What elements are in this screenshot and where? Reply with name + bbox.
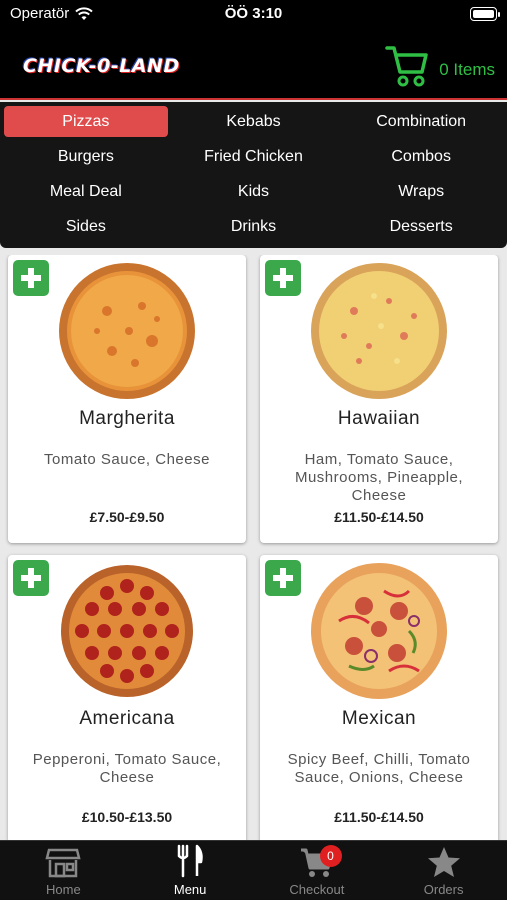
star-icon <box>427 847 460 877</box>
product-price: £11.50-£14.50 <box>334 509 424 525</box>
pizza-image <box>61 565 193 697</box>
category-fried-chicken[interactable]: Fried Chicken <box>170 139 338 174</box>
product-description: Tomato Sauce, Cheese <box>44 451 210 468</box>
product-description: Ham, Tomato Sauce, Mushrooms, Pineapple,… <box>294 451 464 504</box>
product-name: Hawaiian <box>337 408 421 429</box>
brand-logo[interactable]: CHICK-0-LAND <box>23 55 180 77</box>
tab-menu[interactable]: Menu <box>127 841 254 900</box>
tab-home[interactable]: Home <box>0 841 127 900</box>
cart-count-label: 0 Items <box>439 60 495 79</box>
add-to-cart-button[interactable] <box>13 560 49 596</box>
tab-checkout-label: Checkout <box>289 882 345 897</box>
category-desserts[interactable]: Desserts <box>337 209 505 244</box>
pizza-image <box>311 263 447 399</box>
product-price: £7.50-£9.50 <box>89 509 165 525</box>
category-burgers[interactable]: Burgers <box>2 139 170 174</box>
category-combination[interactable]: Combination <box>337 104 505 139</box>
pizza-image <box>59 263 195 399</box>
product-card[interactable]: Margherita Tomato Sauce, Cheese £7.50-£9… <box>8 255 246 543</box>
product-name: Mexican <box>341 708 417 729</box>
category-pizzas[interactable]: Pizzas <box>4 106 168 137</box>
cart-badge: 0 <box>319 845 342 867</box>
tab-bar: Home Menu 0 Checkout Orders <box>0 840 507 900</box>
product-name: Americana <box>79 708 175 729</box>
category-meal-deal[interactable]: Meal Deal <box>2 174 170 209</box>
product-grid: Margherita Tomato Sauce, Cheese £7.50-£9… <box>0 255 507 840</box>
product-card[interactable]: Americana Pepperoni, Tomato Sauce, Chees… <box>8 555 246 840</box>
store-icon <box>45 848 81 878</box>
app-header: CHICK-0-LAND 0 Items <box>0 30 507 100</box>
tab-menu-label: Menu <box>173 882 207 897</box>
category-combos[interactable]: Combos <box>337 139 505 174</box>
product-name: Margherita <box>79 408 175 429</box>
product-price: £11.50-£14.50 <box>334 809 424 825</box>
battery-icon <box>470 7 500 21</box>
cart-icon <box>385 46 428 87</box>
tab-orders[interactable]: Orders <box>380 841 507 900</box>
fork-knife-icon <box>177 844 203 878</box>
tab-orders-label: Orders <box>423 882 464 897</box>
category-sides[interactable]: Sides <box>2 209 170 244</box>
product-card[interactable]: Mexican Spicy Beef, Chilli, Tomato Sauce… <box>260 555 498 840</box>
add-to-cart-button[interactable] <box>265 260 301 296</box>
status-bar: Operatör ÖÖ 3:10 <box>0 0 507 30</box>
category-kids[interactable]: Kids <box>170 174 338 209</box>
category-wraps[interactable]: Wraps <box>337 174 505 209</box>
product-description: Pepperoni, Tomato Sauce, Cheese <box>32 751 222 786</box>
tab-checkout[interactable]: 0 Checkout <box>254 841 381 900</box>
cart-button[interactable]: 0 Items <box>385 42 495 88</box>
product-description: Spicy Beef, Chilli, Tomato Sauce, Onions… <box>287 751 471 786</box>
product-price: £10.50-£13.50 <box>81 809 173 825</box>
add-to-cart-button[interactable] <box>265 560 301 596</box>
add-to-cart-button[interactable] <box>13 260 49 296</box>
product-card[interactable]: Hawaiian Ham, Tomato Sauce, Mushrooms, P… <box>260 255 498 543</box>
category-kebabs[interactable]: Kebabs <box>170 104 338 139</box>
clock: ÖÖ 3:10 <box>224 5 283 22</box>
category-menu: Pizzas Kebabs Combination Burgers Fried … <box>0 102 507 248</box>
tab-home-label: Home <box>46 882 81 897</box>
pizza-image <box>311 563 447 699</box>
category-drinks[interactable]: Drinks <box>170 209 338 244</box>
